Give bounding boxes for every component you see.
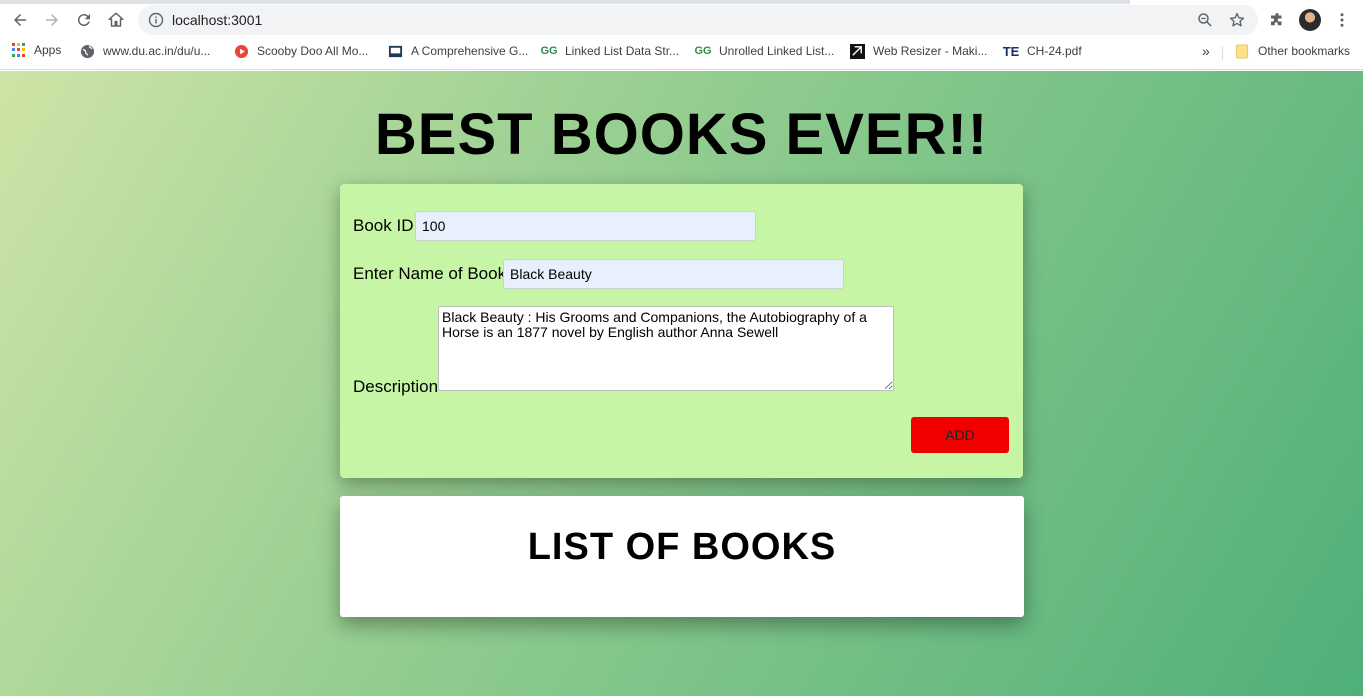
back-button[interactable]: [8, 8, 32, 32]
bookmark-ch24[interactable]: TE CH-24.pdf: [1003, 43, 1082, 59]
bookmark-du[interactable]: www.du.ac.in/du/u...: [79, 43, 210, 59]
url-text[interactable]: localhost:3001: [172, 12, 262, 28]
book-id-label: Book ID: [353, 216, 414, 235]
page-body: BEST BOOKS EVER!! Book ID Enter Name of …: [0, 71, 1363, 696]
reload-icon: [77, 14, 90, 27]
bookmark-label: A Comprehensive G...: [411, 44, 529, 58]
apps-grid-icon: [12, 43, 26, 57]
book-id-input[interactable]: [415, 211, 756, 241]
gfg-icon: GG: [540, 45, 558, 57]
bookmarks-divider: [1222, 46, 1223, 60]
other-bookmarks-folder[interactable]: Other bookmarks: [1234, 43, 1350, 59]
extensions-puzzle-icon[interactable]: [1268, 11, 1286, 29]
overflow-chevron-icon: »: [1202, 43, 1210, 59]
globe-icon: [79, 43, 95, 59]
tab-strip: [0, 0, 1363, 4]
description-label: Description: [353, 377, 439, 396]
monitor-icon: [387, 43, 403, 59]
bookmark-label: Scooby Doo All Mo...: [257, 44, 369, 58]
page-title: BEST BOOKS EVER!!: [374, 102, 989, 167]
arrow-left-icon: [14, 14, 26, 26]
description-textarea[interactable]: Black Beauty : His Grooms and Companions…: [438, 306, 894, 391]
bookmark-label: Apps: [34, 43, 62, 57]
bookmark-apps[interactable]: Apps: [12, 43, 61, 57]
bookmark-web-resizer[interactable]: Web Resizer - Maki...: [849, 43, 987, 59]
home-button[interactable]: [104, 8, 128, 32]
bookmark-scooby[interactable]: Scooby Doo All Mo...: [233, 43, 368, 59]
book-list-card: LIST OF BOOKS: [340, 496, 1024, 617]
browser-chrome: localhost:3001 Apps www.du.ac.in/du/u...…: [0, 0, 1363, 70]
arrow-right-icon: [46, 14, 58, 26]
zoom-icon[interactable]: [1196, 11, 1214, 29]
address-bar[interactable]: localhost:3001: [138, 5, 1258, 35]
book-name-input[interactable]: [503, 259, 844, 289]
gfg-icon: GG: [694, 45, 712, 57]
kebab-menu-icon[interactable]: [1333, 11, 1351, 29]
resizer-icon: [849, 43, 865, 59]
book-list-title: LIST OF BOOKS: [527, 526, 837, 568]
bookmark-label: CH-24.pdf: [1027, 44, 1082, 58]
add-button[interactable]: ADD: [911, 417, 1009, 453]
bookmark-label: Linked List Data Str...: [565, 44, 680, 58]
forward-button[interactable]: [40, 8, 64, 32]
bookmark-label: Unrolled Linked List...: [719, 44, 835, 58]
bookmark-label: www.du.ac.in/du/u...: [103, 44, 211, 58]
te-icon: TE: [1002, 43, 1020, 59]
bookmarks-bar: Apps www.du.ac.in/du/u... Scooby Doo All…: [0, 40, 1363, 64]
bookmark-star-icon[interactable]: [1228, 11, 1246, 29]
bookmarks-overflow-button[interactable]: »: [1202, 43, 1210, 59]
bookmark-label: Other bookmarks: [1258, 44, 1351, 58]
bookmark-label: Web Resizer - Maki...: [873, 44, 988, 58]
add-book-form: Book ID Enter Name of Book Description B…: [340, 184, 1023, 478]
home-icon: [108, 12, 124, 27]
book-name-label: Enter Name of Book: [353, 264, 507, 283]
bookmark-unrolled[interactable]: GG Unrolled Linked List...: [694, 43, 835, 59]
reload-button[interactable]: [72, 8, 96, 32]
folder-icon: [1234, 43, 1250, 59]
play-icon: [233, 43, 249, 59]
profile-avatar[interactable]: [1299, 9, 1321, 31]
info-icon[interactable]: [148, 12, 164, 28]
bookmark-linked-list[interactable]: GG Linked List Data Str...: [540, 43, 680, 59]
bookmark-comprehensive[interactable]: A Comprehensive G...: [387, 43, 528, 59]
